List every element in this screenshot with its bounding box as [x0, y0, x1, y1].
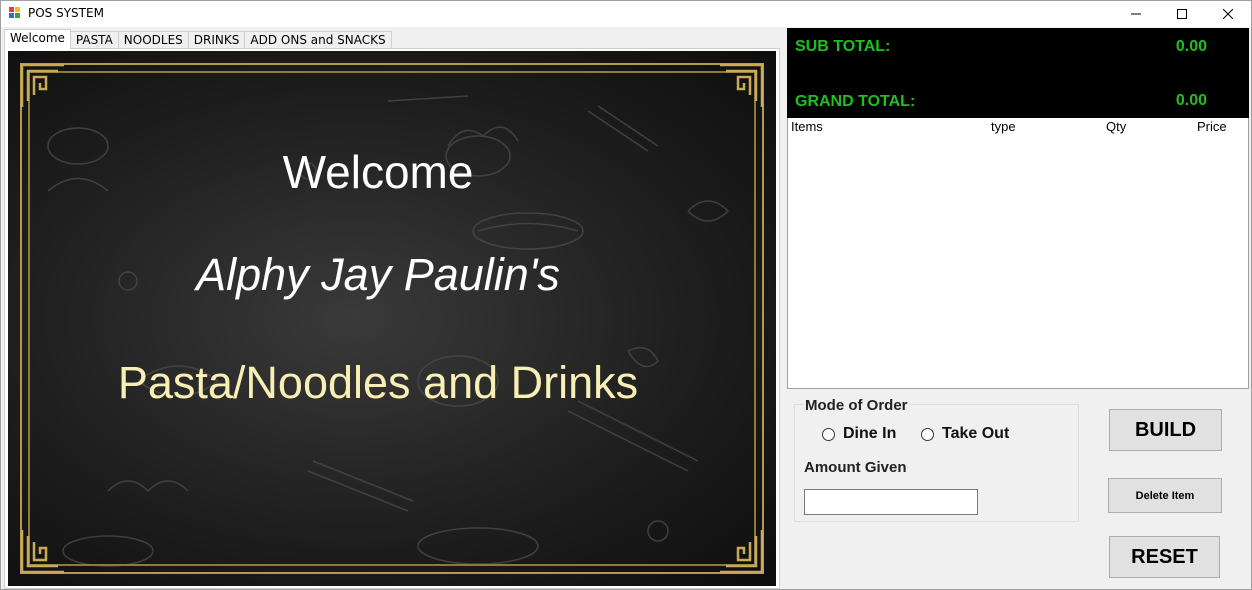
tab-noodles[interactable]: NOODLES [117, 31, 189, 49]
subtotal-value: 0.00 [1175, 38, 1207, 55]
tab-drinks[interactable]: DRINKS [187, 31, 246, 49]
mode-of-order-group: Mode of Order Dine In Take Out Amount Gi… [794, 397, 1079, 522]
pos-window: POS SYSTEM Welcome PASTA NOODLES DRINKS … [0, 0, 1252, 590]
grand-total-value: 0.00 [1175, 92, 1207, 109]
reset-button[interactable]: RESET [1109, 536, 1220, 578]
minimize-icon [1131, 13, 1141, 15]
amount-given-label: Amount Given [804, 459, 907, 476]
take-out-label: Take Out [942, 425, 1010, 442]
column-header-qty[interactable]: Qty [1106, 119, 1126, 134]
mode-of-order-title: Mode of Order [803, 397, 910, 414]
shop-name: Pasta/Noodles and Drinks [117, 357, 639, 408]
maximize-button[interactable] [1159, 1, 1205, 27]
amount-given-input[interactable] [804, 489, 978, 515]
frame-corner-ornament-tr [720, 63, 764, 107]
close-button[interactable] [1205, 1, 1251, 27]
tab-add-ons-and-snacks[interactable]: ADD ONS and SNACKS [244, 31, 392, 49]
title-bar: POS SYSTEM [1, 1, 1251, 27]
order-list[interactable]: Items type Qty Price [787, 118, 1249, 389]
take-out-radio[interactable]: Take Out [921, 425, 1009, 443]
delete-item-button[interactable]: Delete Item [1108, 478, 1222, 513]
radio-circle-icon [921, 427, 934, 441]
column-header-price[interactable]: Price [1197, 119, 1227, 134]
tab-pasta[interactable]: PASTA [69, 31, 119, 49]
close-icon [1223, 9, 1233, 19]
tab-strip: Welcome PASTA NOODLES DRINKS ADD ONS and… [4, 29, 392, 49]
radio-circle-icon [822, 427, 835, 441]
column-header-items[interactable]: Items [791, 119, 823, 134]
build-button[interactable]: BUILD [1109, 409, 1222, 451]
minimize-button[interactable] [1113, 1, 1159, 27]
totals-panel: SUB TOTAL: 0.00 GRAND TOTAL: 0.00 [787, 28, 1249, 118]
frame-corner-ornament-br [720, 530, 764, 574]
frame-corner-ornament-tl [20, 63, 64, 107]
owner-name: Alphy Jay Paulin's [196, 249, 560, 300]
tab-welcome[interactable]: Welcome [4, 29, 71, 49]
welcome-board: Welcome Alphy Jay Paulin's Pasta/Noodles… [8, 51, 776, 586]
subtotal-label: SUB TOTAL: [795, 38, 891, 55]
maximize-icon [1177, 9, 1187, 19]
grand-total-label: GRAND TOTAL: [795, 93, 916, 110]
dine-in-radio[interactable]: Dine In [822, 425, 896, 443]
frame-corner-ornament-bl [20, 530, 64, 574]
window-title: POS SYSTEM [28, 6, 104, 20]
column-header-type[interactable]: type [991, 119, 1016, 134]
welcome-heading: Welcome [282, 146, 474, 198]
dine-in-label: Dine In [843, 425, 897, 442]
welcome-tab-page: Welcome Alphy Jay Paulin's Pasta/Noodles… [4, 48, 780, 589]
app-icon [9, 7, 21, 19]
